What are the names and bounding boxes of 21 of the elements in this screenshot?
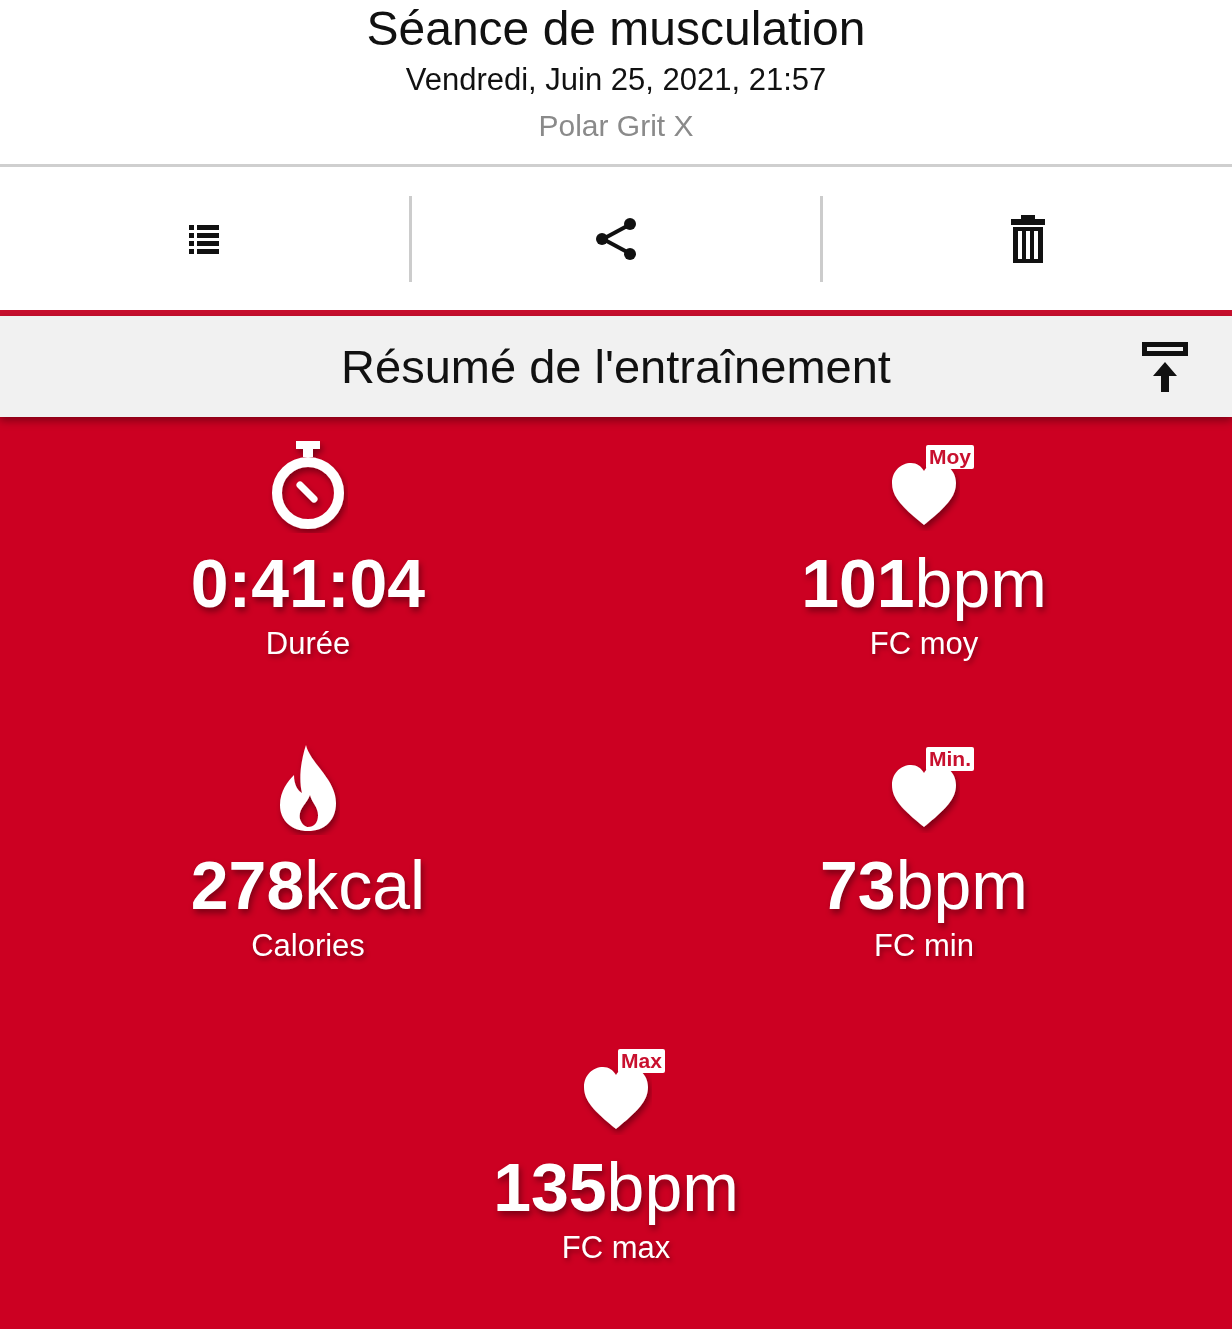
- heart-badge: Moy: [926, 445, 974, 469]
- share-icon[interactable]: [593, 215, 639, 262]
- stat-label: FC max: [561, 1229, 671, 1267]
- stat-value: 278kcal: [190, 846, 426, 925]
- stat-label: FC min: [874, 927, 974, 965]
- heart-badge: Max: [618, 1049, 665, 1073]
- stat-value: 0:41:04: [190, 544, 426, 623]
- trash-icon[interactable]: [1009, 214, 1046, 263]
- collapse-icon[interactable]: [1140, 342, 1190, 392]
- heart-badge: Min.: [926, 747, 974, 771]
- list-icon[interactable]: [189, 223, 220, 254]
- summary-title: Résumé de l'entraînement: [341, 339, 891, 394]
- stat-value: 101bpm: [801, 544, 1047, 623]
- stat-label: Durée: [265, 625, 351, 663]
- device-name: Polar Grit X: [538, 108, 694, 144]
- stat-value: 73bpm: [820, 846, 1028, 925]
- stat-label: Calories: [251, 927, 365, 965]
- workout-date: Vendredi, Juin 25, 2021, 21:57: [405, 61, 827, 99]
- stat-value: 135bpm: [493, 1148, 739, 1227]
- workout-title: Séance de musculation: [366, 2, 866, 56]
- stat-label: FC moy: [869, 625, 979, 663]
